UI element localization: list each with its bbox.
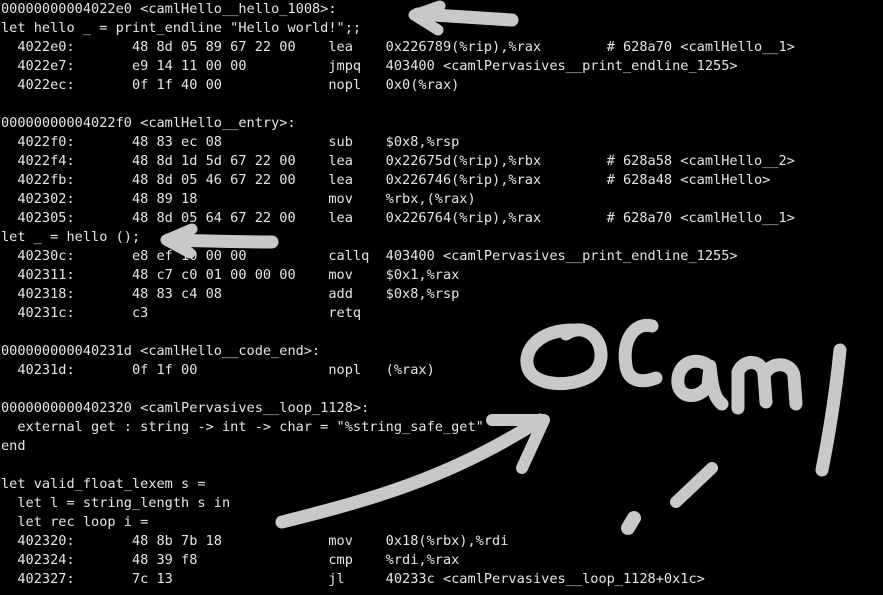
terminal-line: 4022e7: e9 14 11 00 00 jmpq 403400 <caml… bbox=[1, 58, 738, 74]
terminal-line: external get : string -> int -> char = "… bbox=[1, 419, 484, 435]
terminal-line: 402327: 7c 13 jl 40233c <camlPervasives_… bbox=[1, 571, 705, 587]
terminal-line: let l = string_length s in bbox=[1, 495, 231, 511]
terminal-line: 4022ec: 0f 1f 40 00 nopl 0x0(%rax) bbox=[1, 77, 460, 93]
terminal-line: 40231d: 0f 1f 00 nopl (%rax) bbox=[1, 362, 435, 378]
terminal-line: 00000000004022f0 <camlHello__entry>: bbox=[1, 115, 296, 131]
terminal-line: 402311: 48 c7 c0 01 00 00 00 mov $0x1,%r… bbox=[1, 267, 460, 283]
disassembly-listing: 00000000004022e0 <camlHello__hello_1008>… bbox=[1, 0, 795, 589]
terminal-line: end bbox=[1, 438, 26, 454]
terminal-line: 402324: 48 39 f8 cmp %rdi,%rax bbox=[1, 552, 460, 568]
terminal-line: let hello _ = print_endline "Hello world… bbox=[1, 20, 362, 36]
terminal-line: 4022e0: 48 8d 05 89 67 22 00 lea 0x22678… bbox=[1, 39, 795, 55]
terminal-line: 402305: 48 8d 05 64 67 22 00 lea 0x22676… bbox=[1, 210, 795, 226]
terminal-line: 00000000004022e0 <camlHello__hello_1008>… bbox=[1, 1, 337, 17]
terminal-line: 4022f4: 48 8d 1d 5d 67 22 00 lea 0x22675… bbox=[1, 153, 795, 169]
terminal-line: let rec loop i = bbox=[1, 514, 149, 530]
terminal-line: 402320: 48 8b 7b 18 mov 0x18(%rbx),%rdi bbox=[1, 533, 509, 549]
terminal-line: let valid_float_lexem s = bbox=[1, 476, 206, 492]
terminal-line: 40230c: e8 ef 10 00 00 callq 403400 <cam… bbox=[1, 248, 738, 264]
terminal-line: 4022f0: 48 83 ec 08 sub $0x8,%rsp bbox=[1, 134, 460, 150]
terminal-line: 402302: 48 89 18 mov %rbx,(%rax) bbox=[1, 191, 476, 207]
terminal-line: 40231c: c3 retq bbox=[1, 305, 362, 321]
terminal-line: 000000000040231d <camlHello__code_end>: bbox=[1, 343, 321, 359]
terminal-line: 0000000000402320 <camlPervasives__loop_1… bbox=[1, 400, 370, 416]
terminal-line: 4022fb: 48 8d 05 46 67 22 00 lea 0x22674… bbox=[1, 172, 771, 188]
terminal-line: 402318: 48 83 c4 08 add $0x8,%rsp bbox=[1, 286, 460, 302]
terminal-line: let _ = hello (); bbox=[1, 229, 141, 245]
terminal-window: 00000000004022e0 <camlHello__hello_1008>… bbox=[0, 0, 883, 595]
